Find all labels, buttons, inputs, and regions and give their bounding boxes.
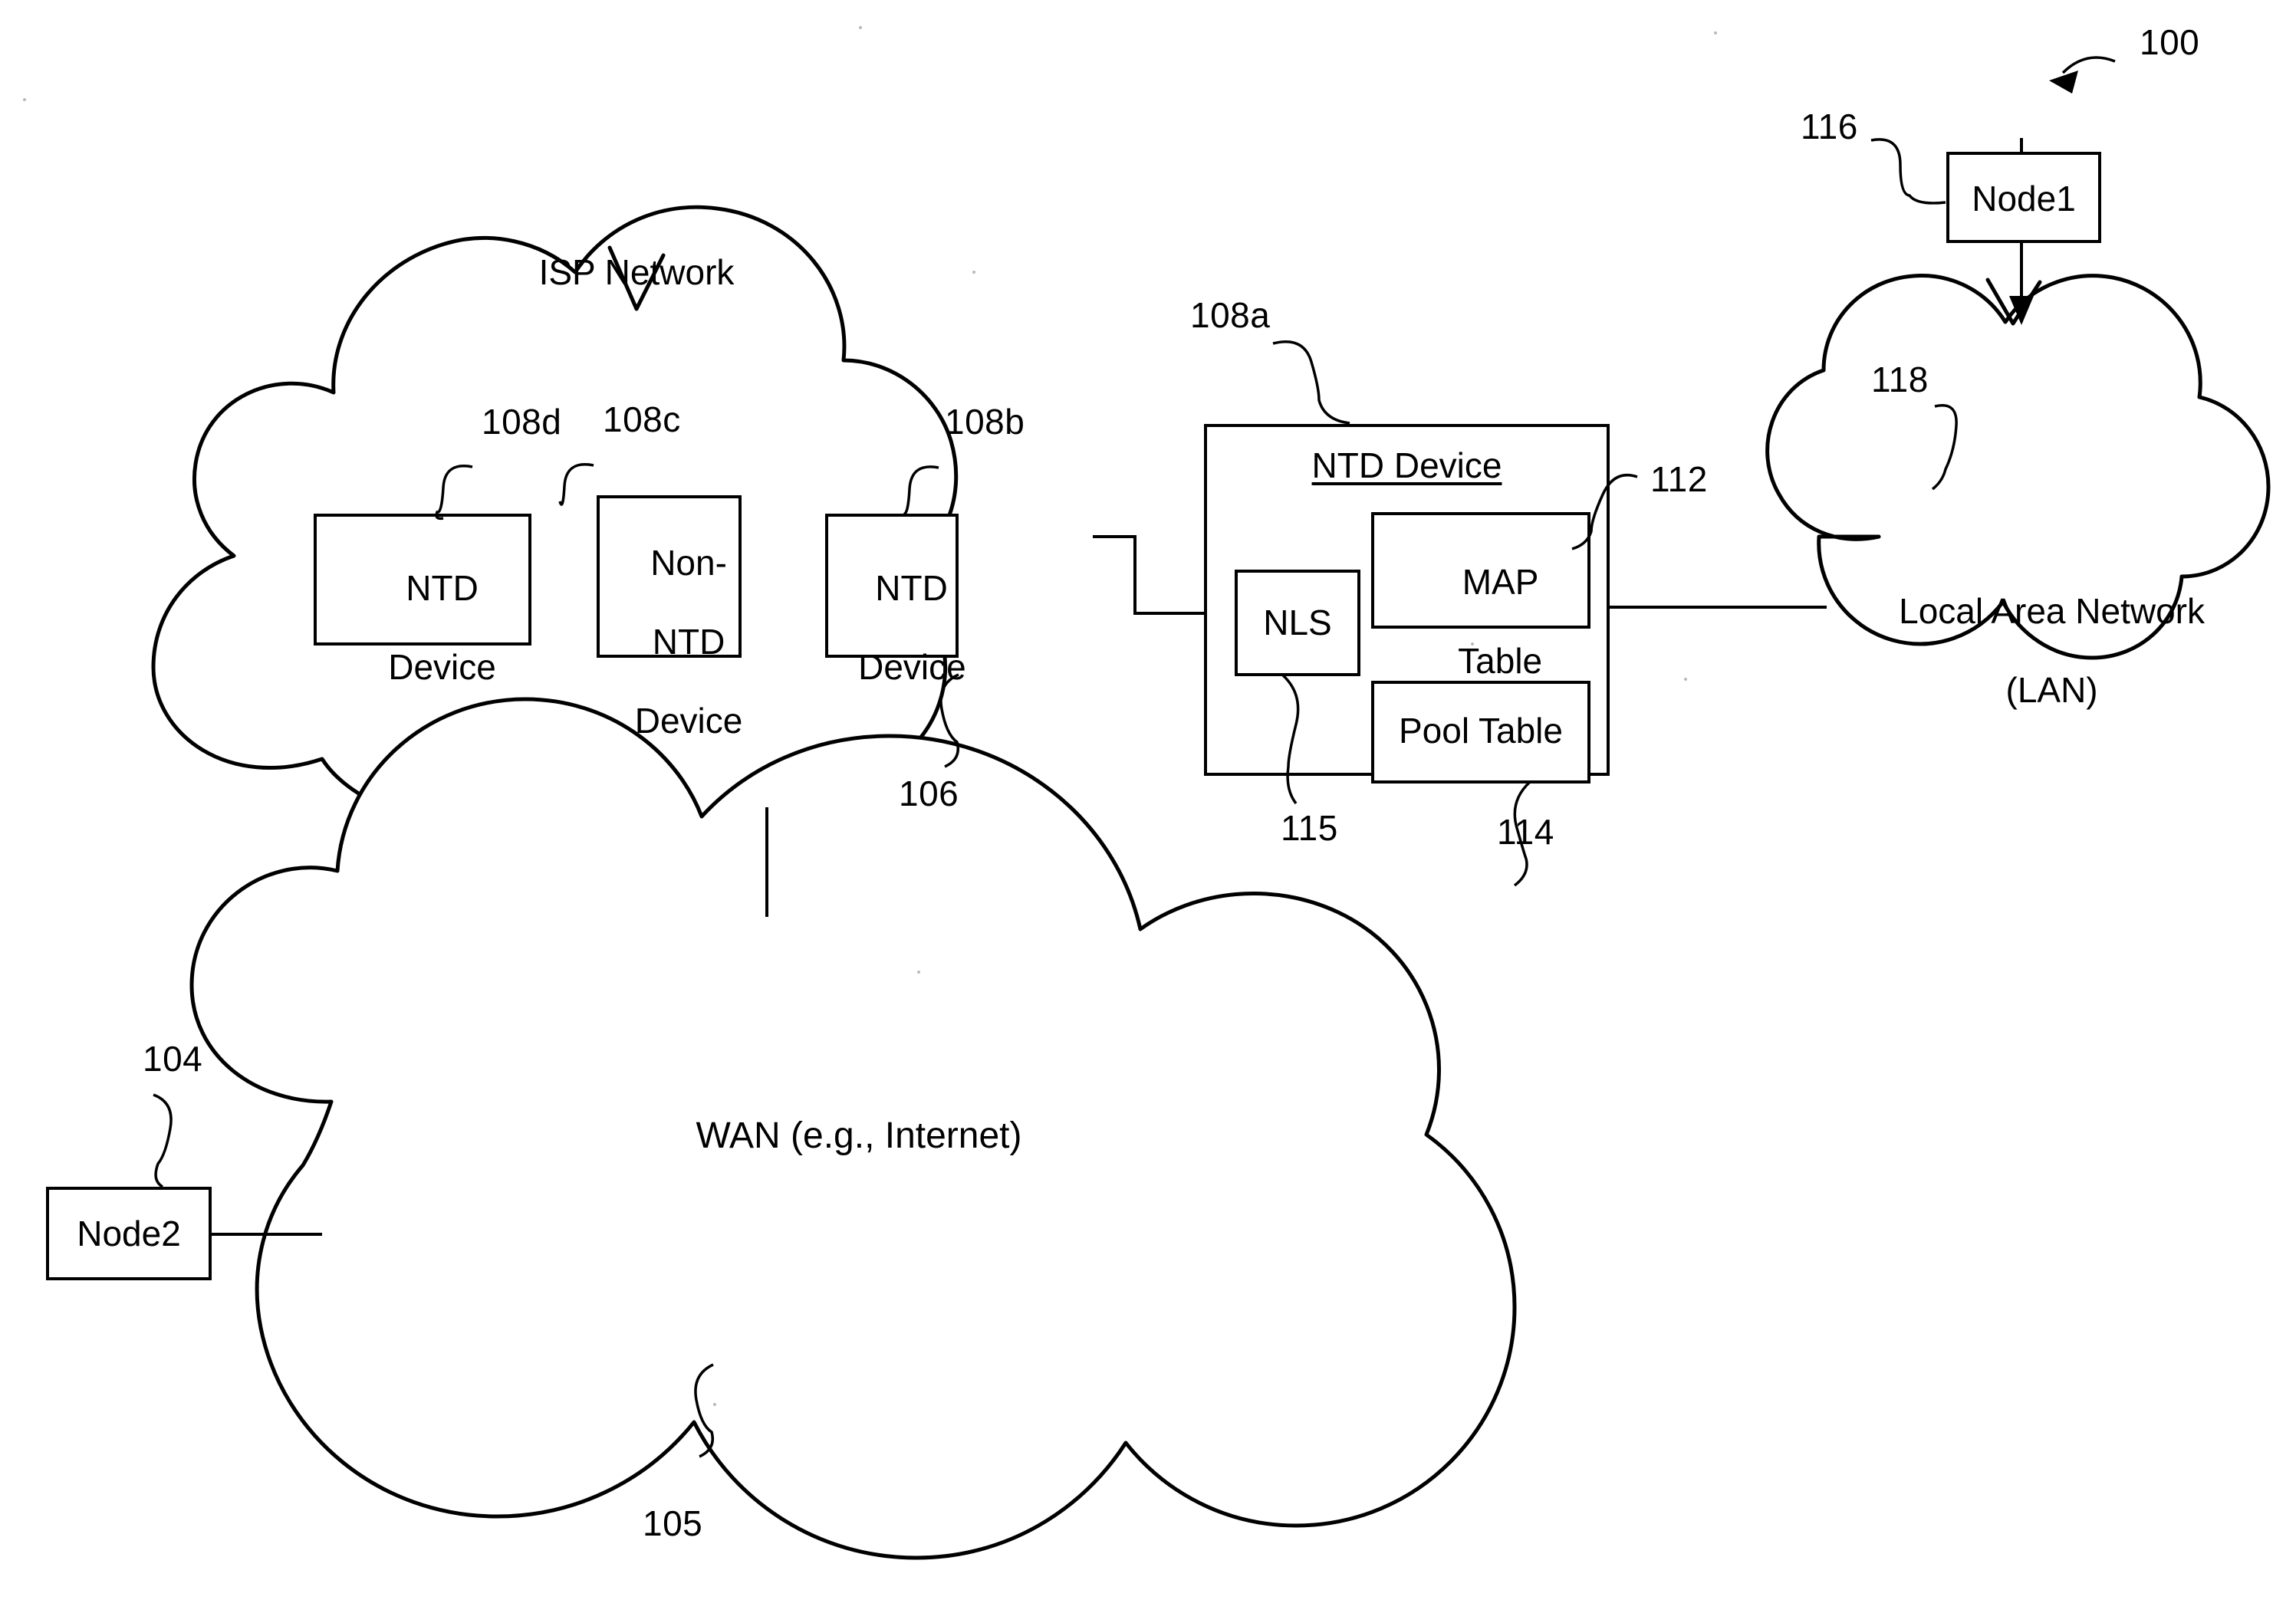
patent-figure: 100 ISP Network 106 NTD Device 108d Non-… <box>0 0 2296 1613</box>
lan-label-line2: (LAN) <box>2005 669 2098 710</box>
scan-speck <box>1714 31 1717 34</box>
pool-table-ref-114: 114 <box>1497 812 1554 852</box>
isp-device-108b-line1: NTD <box>875 567 948 608</box>
wan-label: WAN (e.g., Internet) <box>696 1115 1022 1156</box>
isp-device-label-108b: NTD Device <box>819 529 966 727</box>
map-table-ref-112: 112 <box>1650 459 1708 499</box>
wan-ref-105: 105 <box>643 1503 703 1543</box>
leader-100 <box>2061 56 2116 74</box>
isp-device-108d-line2: Device <box>388 646 496 687</box>
nls-ref-115: 115 <box>1281 808 1338 848</box>
node1-ref-116: 116 <box>1801 107 1858 146</box>
isp-device-108d-line1: NTD <box>406 567 479 608</box>
scan-speck <box>859 26 862 29</box>
node2-label: Node2 <box>77 1214 181 1253</box>
scan-speck <box>917 971 920 974</box>
lan-label-line1: Local Area Network <box>1899 590 2205 631</box>
node2-ref-104: 104 <box>143 1039 203 1079</box>
ntd-device-title: NTD Device <box>1311 445 1502 485</box>
map-table-line2: Table <box>1458 640 1543 681</box>
leader-108a <box>1272 340 1350 425</box>
ntd-device-ref-108a: 108a <box>1190 295 1271 335</box>
scan-speck <box>23 98 26 101</box>
isp-device-label-108c: Non- NTD Device <box>590 504 748 780</box>
isp-device-108c-line2: NTD <box>652 621 725 662</box>
wire-isp-to-ntd-device <box>1093 535 1206 615</box>
scan-speck <box>1684 678 1687 681</box>
node1-label: Node1 <box>1972 179 2076 218</box>
scan-speck <box>972 271 975 274</box>
isp-device-108c-line1: Non- <box>650 542 727 583</box>
scan-speck <box>1471 642 1474 646</box>
leader-116 <box>1870 138 1946 205</box>
pool-table-label: Pool Table <box>1399 711 1563 751</box>
leader-104 <box>153 1093 173 1188</box>
nls-label: NLS <box>1263 603 1332 642</box>
scan-speck <box>713 1403 716 1406</box>
lan-ref-118: 118 <box>1871 360 1929 399</box>
isp-device-ref-108d: 108d <box>482 402 562 442</box>
isp-device-label-108d: NTD Device <box>315 529 530 727</box>
isp-device-ref-108c: 108c <box>603 399 681 439</box>
isp-device-108c-line3: Device <box>634 700 743 741</box>
lan-label: Local Area Network (LAN) <box>1840 552 2224 750</box>
leader-100-arrowhead <box>2049 71 2078 94</box>
map-table-label: MAP Table <box>1373 523 1589 721</box>
isp-network-label: ISP Network <box>538 252 735 292</box>
figure-ref-100: 100 <box>2140 22 2200 62</box>
diagram-canvas <box>46 56 2271 1560</box>
isp-device-ref-108b: 108b <box>945 402 1025 442</box>
isp-network-ref: 106 <box>899 774 959 813</box>
map-table-line1: MAP <box>1462 561 1539 602</box>
isp-device-108b-line2: Device <box>858 646 966 687</box>
